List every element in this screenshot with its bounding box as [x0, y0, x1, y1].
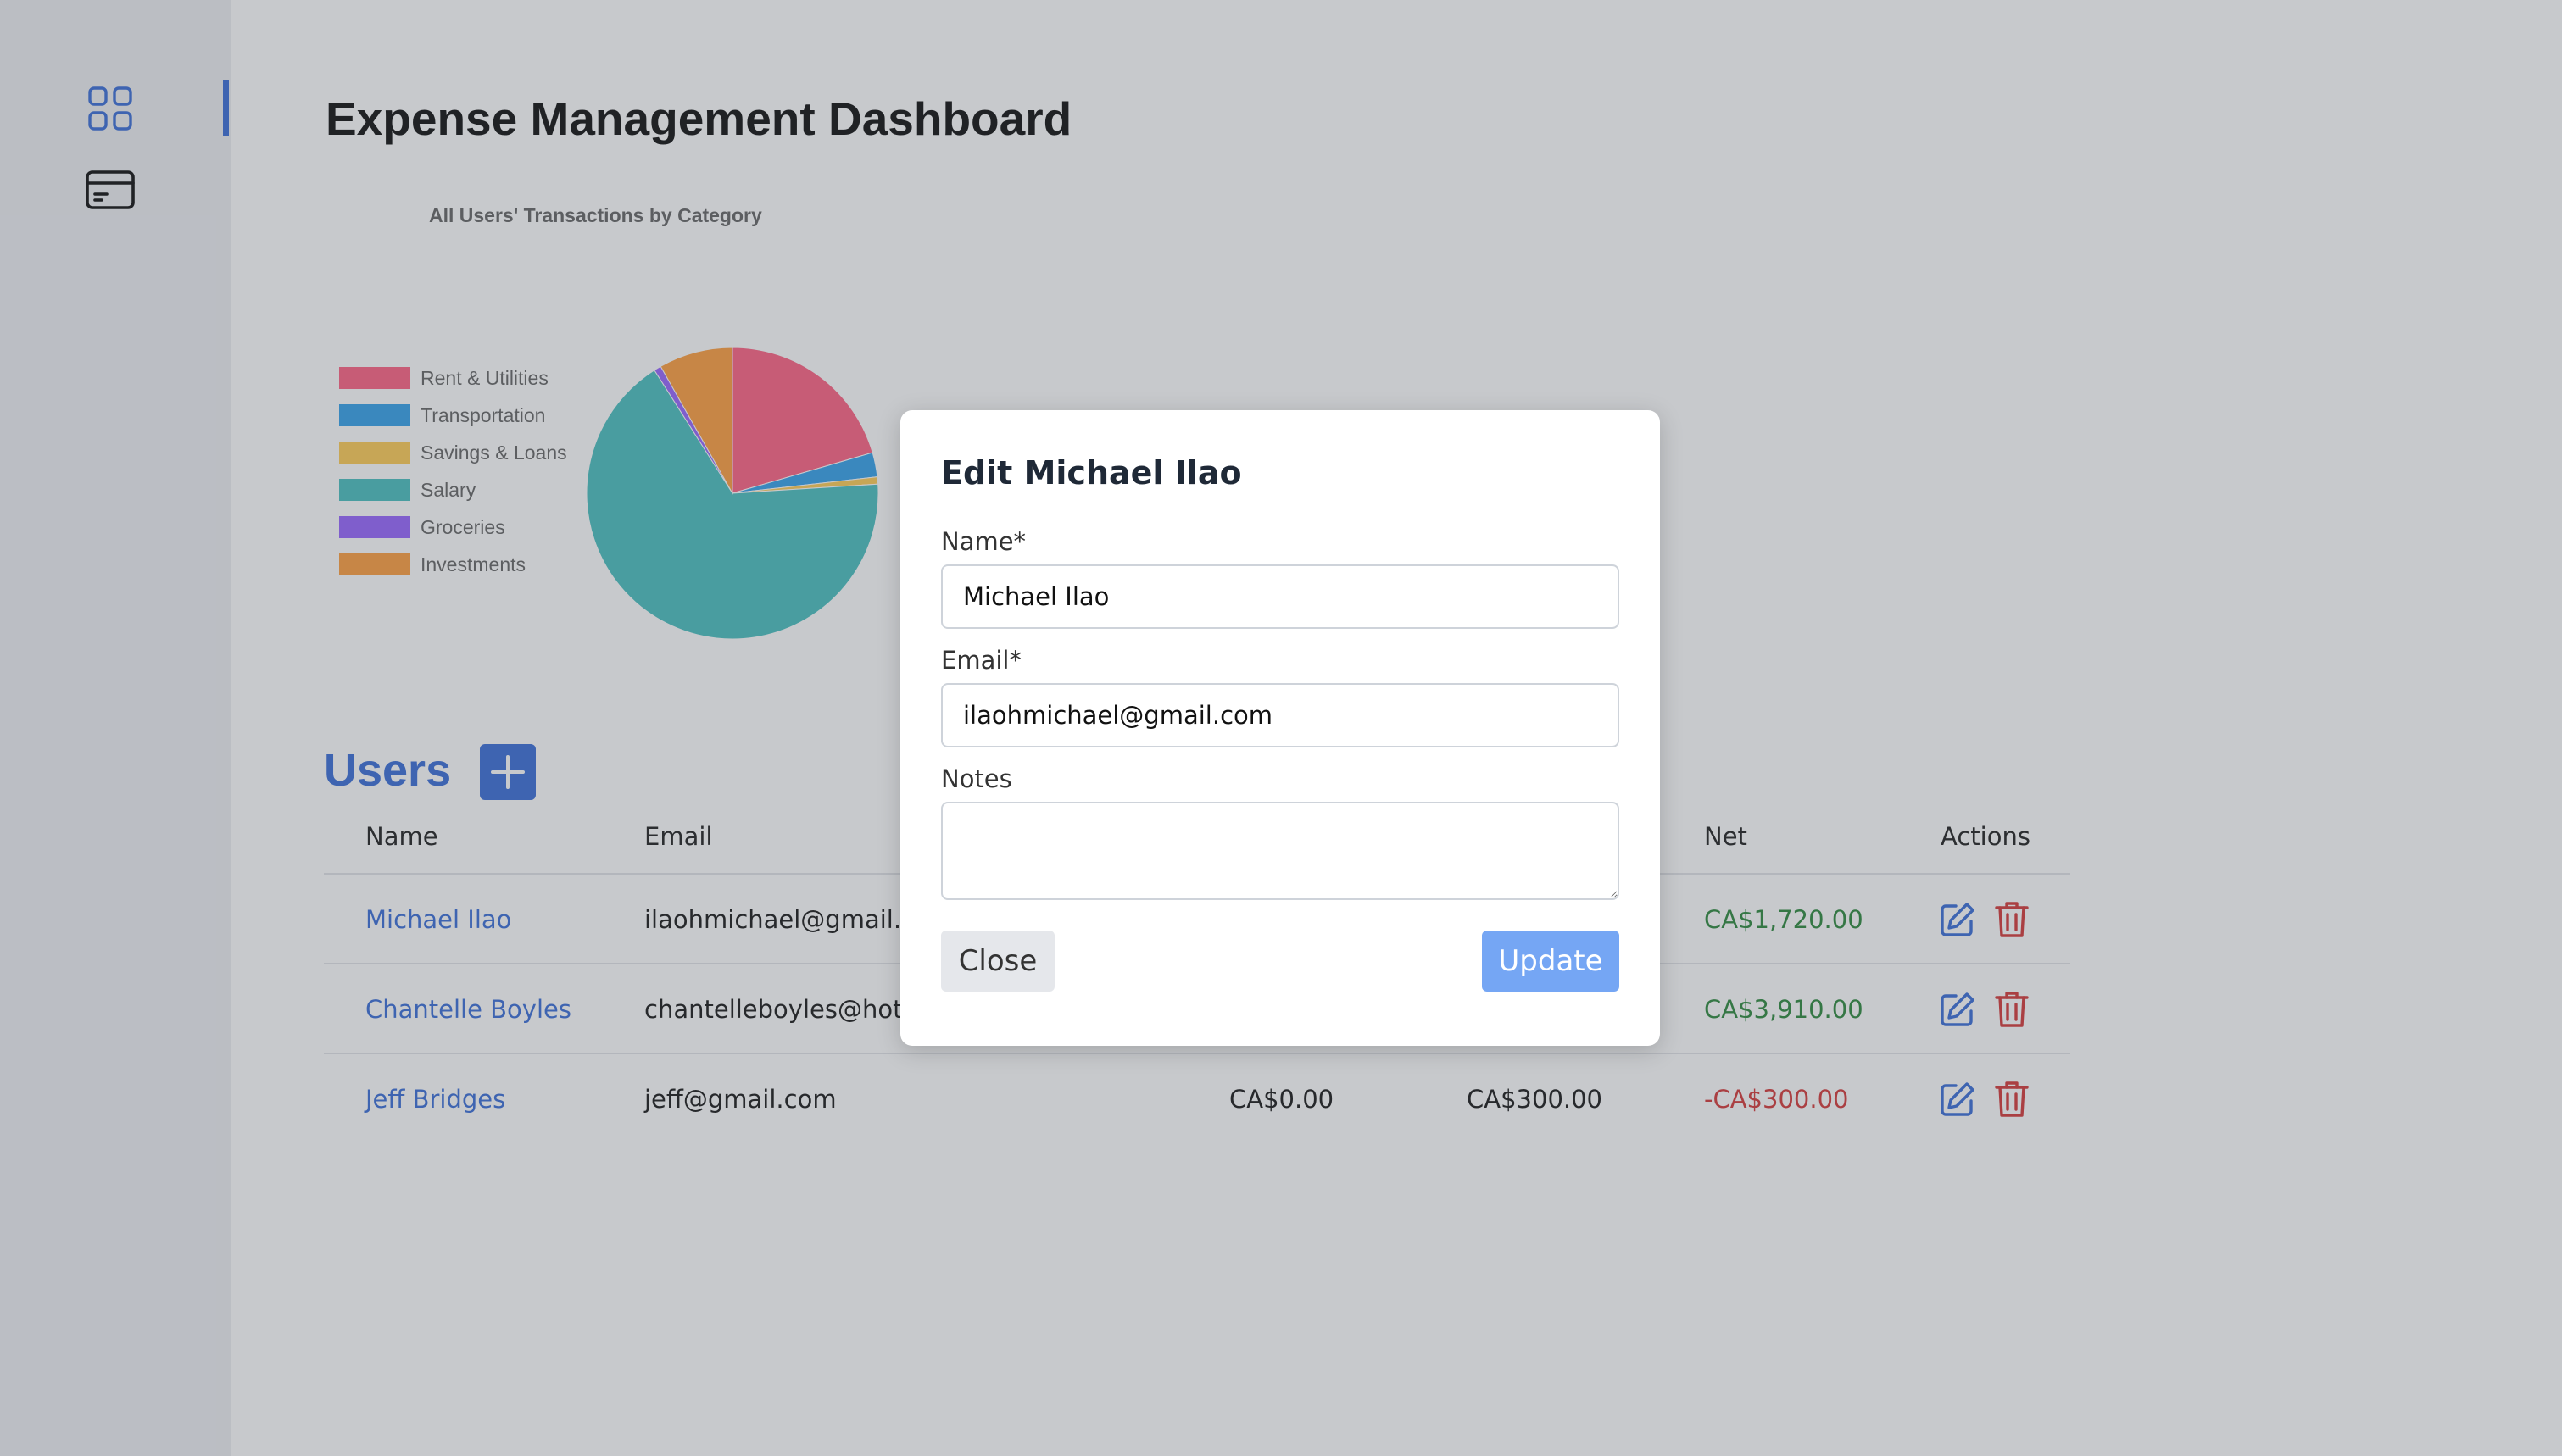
- name-field[interactable]: [941, 564, 1619, 629]
- notes-field[interactable]: [941, 802, 1619, 900]
- email-field[interactable]: [941, 683, 1619, 747]
- email-label: Email*: [941, 646, 1022, 675]
- close-button[interactable]: Close: [941, 931, 1055, 992]
- edit-user-modal: Edit Michael Ilao Name* Email* Notes Clo…: [900, 410, 1660, 1046]
- update-button[interactable]: Update: [1482, 931, 1619, 992]
- modal-title: Edit Michael Ilao: [941, 454, 1242, 492]
- name-label: Name*: [941, 527, 1027, 556]
- notes-label: Notes: [941, 764, 1012, 793]
